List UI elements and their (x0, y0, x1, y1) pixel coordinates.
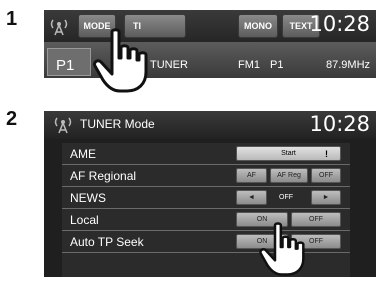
right-arrow-icon: ► (322, 194, 330, 201)
clock: 10:28 (309, 112, 370, 136)
setting-label: NEWS (70, 191, 106, 205)
setting-label: Local (70, 213, 99, 227)
hand-pointer-icon (92, 28, 156, 99)
preset-number-label: P1 (270, 59, 284, 71)
news-value: OFF (279, 194, 293, 201)
ame-start-button[interactable]: Start ! (236, 146, 341, 161)
antenna-icon (52, 114, 74, 139)
setting-row-af-regional: AF Regional AF AF Reg OFF (62, 165, 350, 187)
screen-title: TUNER Mode (80, 117, 155, 131)
setting-row-news: NEWS ◄ OFF ► (62, 187, 350, 209)
hand-pointer-icon (256, 222, 314, 282)
info-icon: ! (325, 148, 328, 159)
af-off-button[interactable]: OFF (311, 168, 341, 183)
start-label: Start (281, 150, 296, 157)
setting-label: AME (70, 147, 97, 161)
frequency-label: 87.9MHz (326, 59, 371, 71)
band-label: FM1 (238, 59, 260, 71)
setting-label: AF Regional (70, 169, 137, 183)
af-button[interactable]: AF (236, 168, 267, 183)
tuner-mode-screen: TUNER Mode 10:28 AME Start ! AF Regional… (44, 111, 376, 277)
setting-label: Auto TP Seek (70, 235, 144, 249)
news-decrease-button[interactable]: ◄ (236, 190, 267, 205)
title-bar: TUNER Mode 10:28 (44, 111, 376, 139)
setting-row-ame: AME Start ! (62, 143, 350, 165)
step-number-1: 1 (6, 8, 18, 30)
af-reg-button[interactable]: AF Reg (270, 168, 308, 183)
news-increase-button[interactable]: ► (311, 190, 341, 205)
step-number-2: 2 (6, 108, 18, 130)
antenna-icon (48, 16, 70, 41)
clock: 10:28 (309, 12, 370, 36)
mono-button[interactable]: MONO (238, 14, 278, 38)
left-arrow-icon: ◄ (248, 194, 255, 201)
preset-button[interactable]: P1 (47, 48, 91, 76)
